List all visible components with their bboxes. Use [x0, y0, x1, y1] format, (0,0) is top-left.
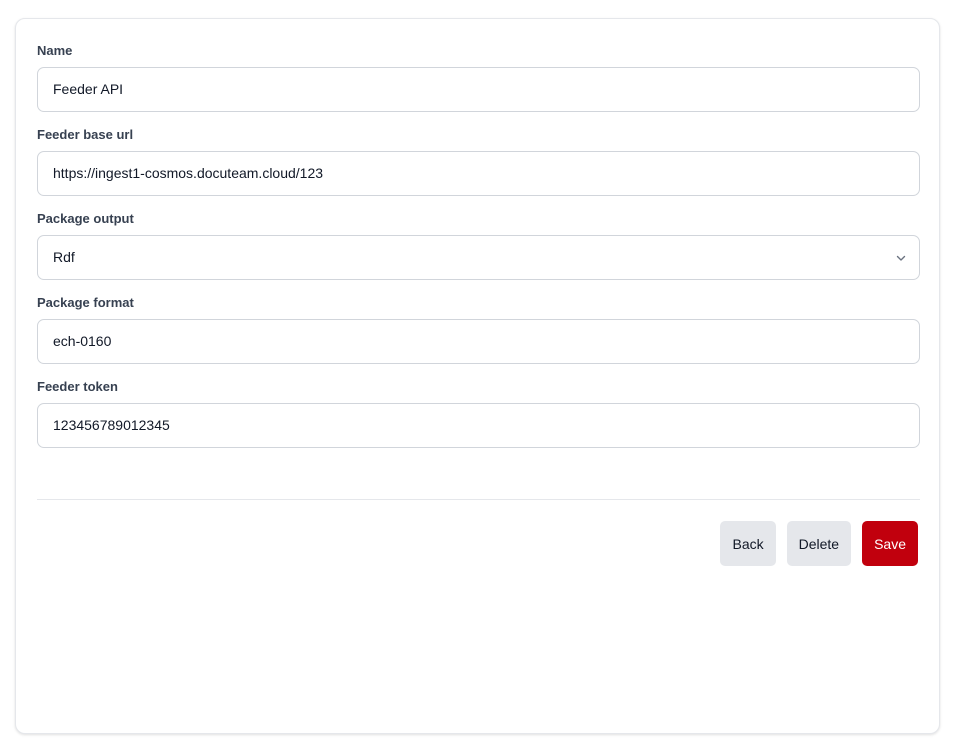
feeder-token-label: Feeder token [37, 379, 118, 394]
chevron-down-icon [896, 255, 906, 261]
feeder-form: Name Feeder API Feeder base url https://… [37, 43, 920, 448]
package-output-selected-value: Rdf [53, 249, 75, 265]
package-format-label: Package format [37, 295, 134, 310]
package-output-label: Package output [37, 211, 134, 226]
base-url-input[interactable]: https://ingest1-cosmos.docuteam.cloud/12… [37, 151, 920, 196]
name-label: Name [37, 43, 73, 58]
save-button[interactable]: Save [862, 521, 918, 566]
feeder-token-input[interactable]: 123456789012345 [37, 403, 920, 448]
package-output-select[interactable]: Rdf [37, 235, 920, 280]
delete-button[interactable]: Delete [786, 521, 852, 566]
base-url-label: Feeder base url [37, 127, 134, 142]
form-divider [37, 499, 920, 500]
back-button[interactable]: Back [720, 521, 776, 566]
form-actions: Back Delete Save [720, 521, 918, 566]
name-field-group: Name Feeder API [37, 43, 920, 112]
feeder-token-field-group: Feeder token 123456789012345 [37, 379, 920, 448]
name-input[interactable]: Feeder API [37, 67, 920, 112]
package-output-field-group: Package output Rdf [37, 211, 920, 280]
package-format-field-group: Package format ech-0160 [37, 295, 920, 364]
package-format-input[interactable]: ech-0160 [37, 319, 920, 364]
base-url-field-group: Feeder base url https://ingest1-cosmos.d… [37, 127, 920, 196]
form-card: Name Feeder API Feeder base url https://… [15, 18, 940, 734]
